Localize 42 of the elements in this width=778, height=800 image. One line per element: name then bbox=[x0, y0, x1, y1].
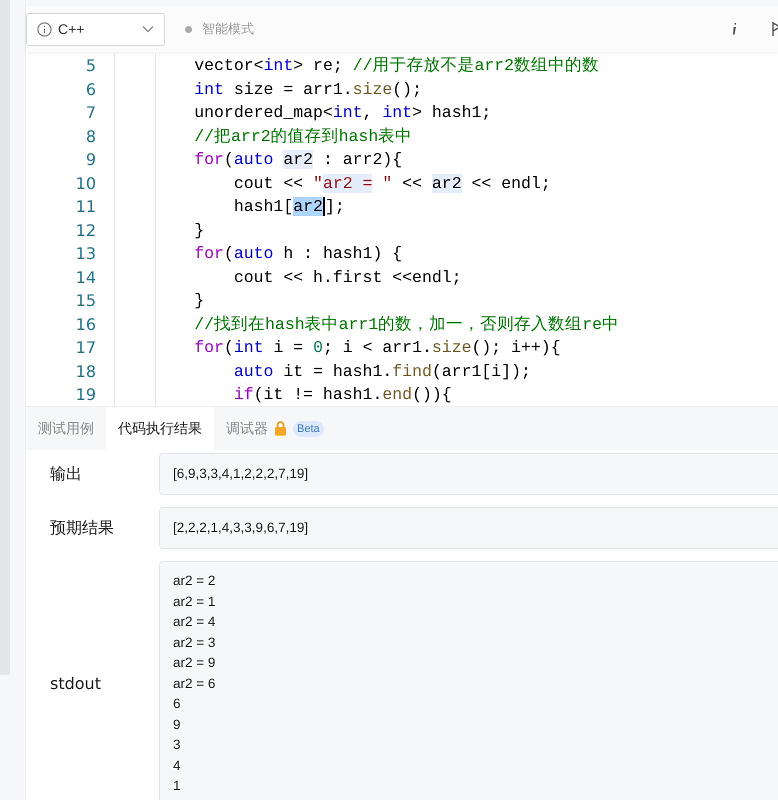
result-text: ar2 = 1 bbox=[173, 592, 216, 610]
result-text: ar2 = 6 bbox=[173, 674, 216, 692]
result-text: ar2 = 2 bbox=[173, 572, 216, 590]
info-icon[interactable] bbox=[730, 22, 738, 36]
line-number: 19 bbox=[74, 385, 97, 404]
line-number: 5 bbox=[84, 56, 97, 76]
result-label: 输出 bbox=[49, 464, 83, 484]
result-label: 预期结果 bbox=[49, 518, 115, 538]
beta-badge: Beta bbox=[293, 420, 324, 436]
result-text: 4 bbox=[173, 756, 182, 774]
result-text: 1 bbox=[173, 777, 182, 795]
line-number: 18 bbox=[74, 362, 97, 381]
info-icon bbox=[37, 22, 52, 36]
line-number: 12 bbox=[74, 220, 97, 240]
line-number: 11 bbox=[74, 197, 97, 216]
line-number: 6 bbox=[84, 80, 97, 99]
result-text: ar2 = 4 bbox=[173, 613, 216, 631]
result-text: 6 bbox=[173, 695, 182, 713]
result-text: ar2 = 3 bbox=[173, 634, 216, 652]
result-text: [2,2,2,1,4,3,3,9,6,7,19] bbox=[173, 518, 310, 537]
result-label: stdout bbox=[49, 674, 102, 694]
line-number: 10 bbox=[74, 174, 97, 193]
line-number: 15 bbox=[74, 291, 97, 310]
result-text: 9 bbox=[173, 716, 182, 734]
mode-dot-icon bbox=[185, 26, 192, 32]
line-number: 17 bbox=[74, 338, 97, 358]
panel-tab[interactable]: 代码执行结果 bbox=[106, 407, 214, 450]
line-number: 9 bbox=[84, 150, 97, 170]
caret-icon bbox=[142, 25, 154, 33]
result-text: ar2 = 9 bbox=[173, 654, 216, 672]
panel-tab[interactable]: 调试器 Beta bbox=[214, 407, 336, 450]
line-number: 16 bbox=[74, 314, 97, 334]
line-number: 7 bbox=[84, 103, 97, 122]
result-text: 3 bbox=[173, 736, 182, 754]
line-number: 14 bbox=[74, 268, 97, 287]
line-number: 13 bbox=[74, 244, 97, 264]
language-dropdown[interactable]: C++ bbox=[26, 12, 165, 46]
panel-tab[interactable]: 测试用例 bbox=[26, 407, 106, 450]
result-text: [6,9,3,3,4,1,2,2,2,7,19] bbox=[173, 464, 310, 483]
mode-label[interactable]: 智能模式 bbox=[202, 20, 254, 38]
flag-icon[interactable] bbox=[772, 21, 778, 37]
line-number: 8 bbox=[84, 126, 97, 146]
